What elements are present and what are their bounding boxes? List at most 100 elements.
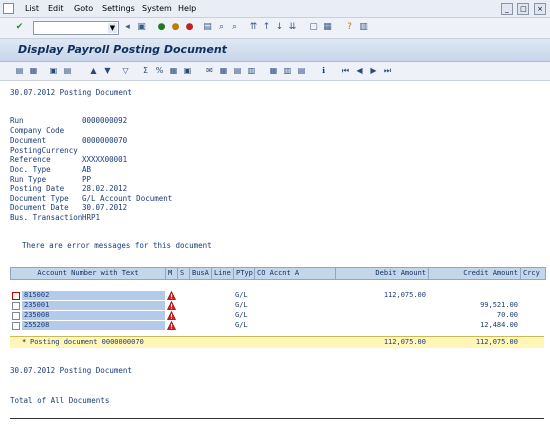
- account-cell[interactable]: 815002: [22, 291, 165, 300]
- export-icon[interactable]: ▣: [182, 65, 193, 76]
- row-select-checkbox[interactable]: [12, 292, 20, 300]
- select-all-icon[interactable]: ▤: [62, 65, 73, 76]
- account-cell[interactable]: 255208: [22, 321, 165, 330]
- local-file-icon[interactable]: ▥: [246, 65, 257, 76]
- last-page-nav-icon[interactable]: ⏭: [382, 65, 393, 76]
- table-header: Account Number with Text M S BusA Line P…: [10, 267, 546, 280]
- exit-icon[interactable]: ●: [170, 22, 181, 33]
- new-session-icon[interactable]: ▢: [308, 22, 319, 33]
- column-header-line[interactable]: Line: [212, 268, 234, 279]
- column-header-co-account[interactable]: CO Accnt A: [255, 268, 336, 279]
- subtotal-icon[interactable]: %: [154, 65, 165, 76]
- divider: [10, 418, 544, 419]
- field-value: XXXXX00001: [82, 155, 128, 164]
- report-area: 30.07.2012 Posting Document Run 00000000…: [0, 81, 550, 439]
- table-row[interactable]: 255208 G/L 12,484.00: [10, 321, 544, 330]
- column-header-m[interactable]: M: [166, 268, 178, 279]
- back-icon[interactable]: ●: [156, 22, 167, 33]
- menu-settings[interactable]: Settings: [102, 4, 135, 13]
- column-header-ptyp[interactable]: PTyp: [234, 268, 255, 279]
- field-value: AB: [82, 165, 92, 174]
- row-select-checkbox[interactable]: [12, 322, 20, 330]
- debit-cell: [335, 301, 428, 310]
- last-page-icon[interactable]: ⇊: [287, 22, 298, 33]
- menu-list[interactable]: List: [25, 4, 39, 13]
- first-page-nav-icon[interactable]: ⏮: [340, 65, 351, 76]
- row-select-checkbox[interactable]: [12, 302, 20, 310]
- menu-edit[interactable]: Edit: [48, 4, 64, 13]
- select-layout-icon[interactable]: ▥: [282, 65, 293, 76]
- info-icon[interactable]: ℹ: [318, 65, 329, 76]
- spreadsheet-icon[interactable]: ▦: [218, 65, 229, 76]
- help-icon[interactable]: ?: [344, 22, 355, 33]
- warning-icon: [167, 311, 176, 320]
- print-icon[interactable]: ▤: [202, 22, 213, 33]
- word-processing-icon[interactable]: ▤: [232, 65, 243, 76]
- menu-system[interactable]: System: [142, 4, 172, 13]
- credit-cell: 99,521.00: [480, 301, 518, 309]
- column-header-s[interactable]: S: [178, 268, 190, 279]
- table-row[interactable]: 235001 G/L 99,521.00: [10, 301, 544, 310]
- application-toolbar: ▤ ▦ ▣ ▤ ▲ ▼ ▽ Σ % ▦ ▣ ✉ ▦ ▤ ▥ ▦ ▥ ▤ ℹ ⏮ …: [0, 62, 550, 81]
- choose-icon[interactable]: ▣: [48, 65, 59, 76]
- field-label: Document Type: [10, 194, 69, 203]
- column-header-busa[interactable]: BusA: [190, 268, 212, 279]
- debit-cell: [335, 311, 428, 320]
- title-bar: Display Payroll Posting Document: [0, 39, 550, 62]
- mail-icon[interactable]: ✉: [204, 65, 215, 76]
- field-value: 30.07.2012: [82, 203, 128, 212]
- sort-ascending-icon[interactable]: ▲: [88, 65, 99, 76]
- collapse-icon[interactable]: ◂: [122, 22, 133, 33]
- display-icon[interactable]: ▦: [28, 65, 39, 76]
- change-layout-icon[interactable]: ▦: [268, 65, 279, 76]
- table-row[interactable]: 815002 G/L 112,075.00: [10, 291, 544, 300]
- sum-icon[interactable]: Σ: [140, 65, 151, 76]
- total-debit: 112,075.00: [383, 338, 426, 346]
- menu-goto[interactable]: Goto: [74, 4, 93, 13]
- sap-window-icon[interactable]: [3, 3, 14, 14]
- filter-icon[interactable]: ▽: [120, 65, 131, 76]
- enter-check-icon[interactable]: ✔: [14, 22, 25, 33]
- ptyp-cell: G/L: [235, 291, 248, 299]
- print-preview-icon[interactable]: ▦: [168, 65, 179, 76]
- chevron-down-icon[interactable]: ▼: [108, 23, 117, 33]
- find-next-icon[interactable]: ⌕: [229, 22, 240, 33]
- standard-toolbar: ✔ ▼ ◂ ▣ ● ● ● ▤ ⌕ ⌕ ⇈ ↑ ↓ ⇊ ▢ ▦ ? ▥: [0, 18, 550, 39]
- next-page-nav-icon[interactable]: ▶: [368, 65, 379, 76]
- field-value: 28.02.2012: [82, 184, 128, 193]
- report-header: 30.07.2012 Posting Document: [10, 88, 132, 97]
- minimize-icon[interactable]: _: [500, 3, 513, 15]
- field-value: PP: [82, 175, 92, 184]
- total-row[interactable]: * Posting document 0000000070 112,075.00…: [10, 336, 544, 348]
- shortcut-icon[interactable]: ▦: [322, 22, 333, 33]
- column-header-account[interactable]: Account Number with Text: [11, 268, 166, 279]
- find-icon[interactable]: ⌕: [216, 22, 227, 33]
- save-icon[interactable]: ▣: [136, 22, 147, 33]
- menu-help[interactable]: Help: [178, 4, 196, 13]
- account-cell[interactable]: 235001: [22, 301, 165, 310]
- maximize-icon[interactable]: □: [517, 3, 530, 15]
- menu-bar: List Edit Goto Settings System Help _ □ …: [0, 0, 550, 18]
- total-credit: 112,075.00: [475, 338, 518, 346]
- column-header-currency[interactable]: Crcy: [521, 268, 545, 279]
- column-header-credit[interactable]: Credit Amount: [429, 268, 521, 279]
- field-label: Run Type: [10, 175, 47, 184]
- error-message: There are error messages for this docume…: [22, 241, 212, 250]
- command-field[interactable]: ▼: [33, 21, 119, 35]
- close-icon[interactable]: ×: [534, 3, 546, 15]
- table-row[interactable]: 235008 G/L 70.00: [10, 311, 544, 320]
- previous-page-nav-icon[interactable]: ◀: [354, 65, 365, 76]
- column-header-debit[interactable]: Debit Amount: [336, 268, 429, 279]
- first-page-icon[interactable]: ⇈: [248, 22, 259, 33]
- row-select-checkbox[interactable]: [12, 312, 20, 320]
- field-label: Document Date: [10, 203, 69, 212]
- next-page-icon[interactable]: ↓: [274, 22, 285, 33]
- field-label: Document: [10, 136, 47, 145]
- details-icon[interactable]: ▤: [14, 65, 25, 76]
- sort-descending-icon[interactable]: ▼: [102, 65, 113, 76]
- cancel-icon[interactable]: ●: [184, 22, 195, 33]
- save-layout-icon[interactable]: ▤: [296, 65, 307, 76]
- previous-page-icon[interactable]: ↑: [261, 22, 272, 33]
- account-cell[interactable]: 235008: [22, 311, 165, 320]
- layout-menu-icon[interactable]: ▥: [358, 22, 369, 33]
